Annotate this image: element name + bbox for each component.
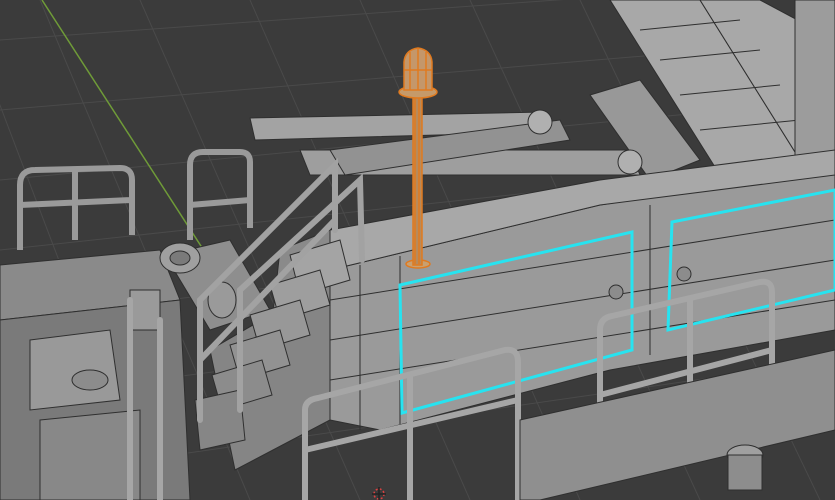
- hatch-handle-1: [608, 284, 624, 300]
- y-axis-line: [41, 0, 211, 261]
- right-tower: [794, 0, 835, 161]
- viewport-scene[interactable]: [0, 0, 835, 500]
- 3d-cursor-icon[interactable]: [372, 487, 386, 500]
- 3d-viewport[interactable]: 3D Viewport antenna mast: [0, 0, 835, 500]
- boom-arms[interactable]: [249, 109, 643, 176]
- bollard-base: [727, 454, 763, 491]
- hatch-handle-2: [676, 266, 692, 282]
